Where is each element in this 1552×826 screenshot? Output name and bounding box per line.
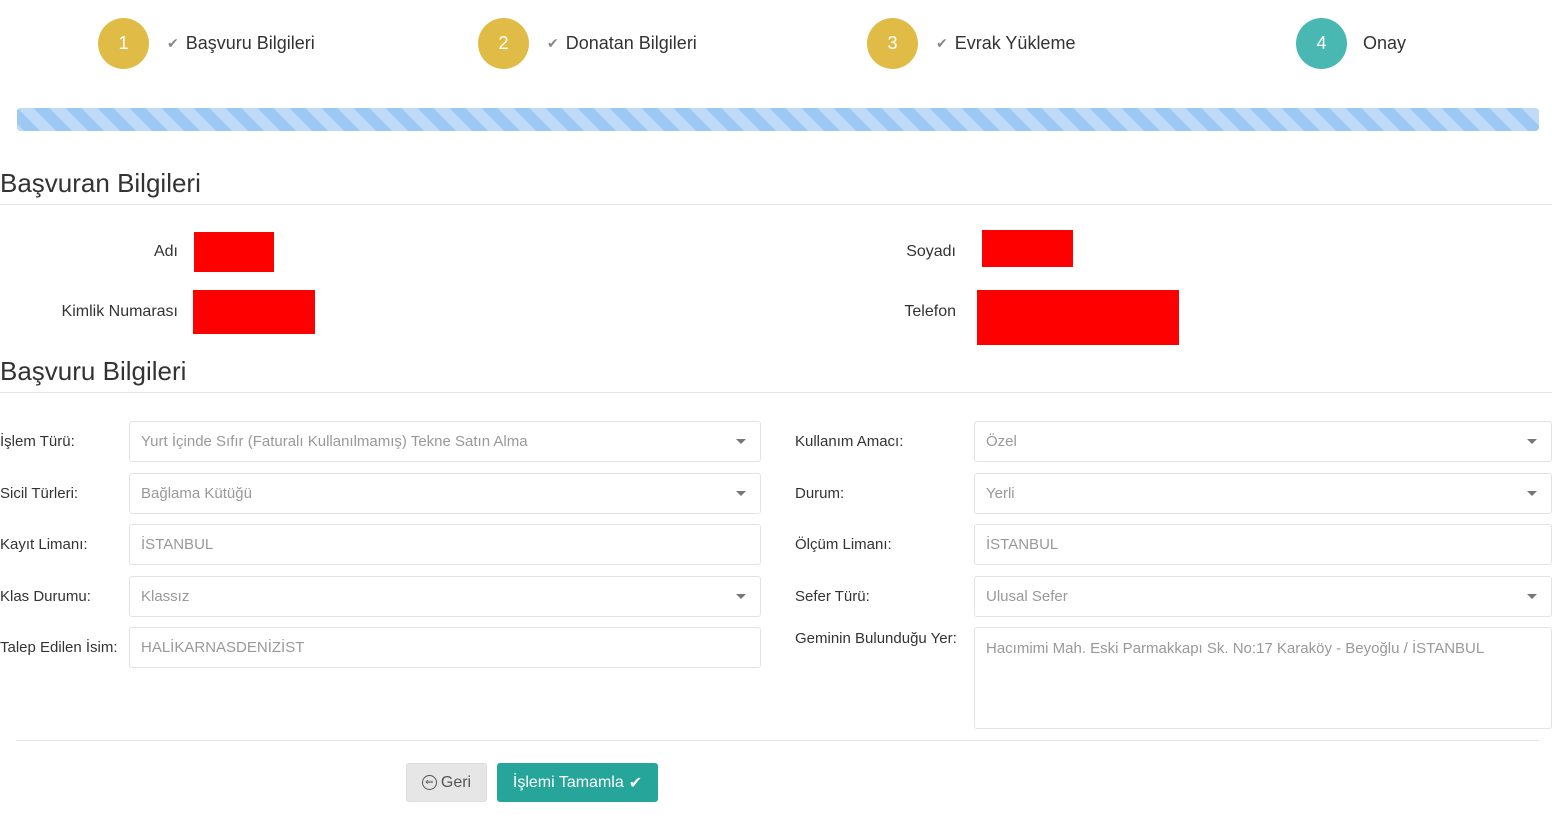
kayit-limani-input[interactable]: İSTANBUL — [129, 524, 761, 565]
wizard-step-2[interactable]: 2 ✔ Donatan Bilgileri — [478, 18, 697, 69]
geminin-bulundugu-yer-textarea[interactable]: Hacımimi Mah. Eski Parmakkapı Sk. No:17 … — [974, 627, 1552, 729]
step-number-badge: 4 — [1296, 18, 1347, 69]
caret-down-icon — [1527, 491, 1537, 496]
talep-edilen-isim-label: Talep Edilen İsim: — [0, 639, 118, 656]
sicil-turleri-label: Sicil Türleri: — [0, 485, 79, 502]
olcum-limani-input[interactable]: İSTANBUL — [974, 524, 1552, 565]
sicil-turleri-select[interactable]: Bağlama Kütüğü — [129, 473, 761, 514]
wizard-progress-bar — [17, 108, 1539, 131]
back-button-label: Geri — [440, 773, 472, 791]
phone-label: Telefon — [904, 303, 956, 320]
id-number-label: Kimlik Numarası — [61, 303, 178, 320]
geminin-bulundugu-yer-label: Geminin Bulunduğu Yer: — [795, 630, 957, 647]
check-icon: ✔ — [936, 35, 948, 51]
complete-button[interactable]: İşlemi Tamamla ✔ — [497, 763, 658, 802]
caret-down-icon — [736, 491, 746, 496]
caret-down-icon — [1527, 594, 1537, 599]
id-number-redacted — [193, 290, 315, 334]
caret-down-icon — [1527, 439, 1537, 444]
caret-down-icon — [736, 439, 746, 444]
klas-durumu-label: Klas Durumu: — [0, 588, 91, 605]
kayit-limani-label: Kayıt Limanı: — [0, 536, 88, 553]
klas-durumu-select[interactable]: Klassız — [129, 576, 761, 617]
first-name-label: Adı — [153, 243, 178, 260]
step-label: Evrak Yükleme — [954, 33, 1076, 53]
caret-down-icon — [736, 594, 746, 599]
step-label: Başvuru Bilgileri — [185, 33, 315, 53]
step-number-badge: 3 — [867, 18, 918, 69]
wizard-step-3[interactable]: 3 ✔ Evrak Yükleme — [867, 18, 1075, 69]
applicant-section-title: Başvuran Bilgileri — [0, 168, 201, 198]
islem-turu-select[interactable]: Yurt İçinde Sıfır (Faturalı Kullanılmamı… — [129, 421, 761, 462]
olcum-limani-label: Ölçüm Limanı: — [795, 536, 892, 553]
durum-label: Durum: — [795, 485, 845, 502]
step-number-badge: 2 — [478, 18, 529, 69]
islem-turu-label: İşlem Türü: — [0, 433, 75, 450]
sefer-turu-select[interactable]: Ulusal Sefer — [974, 576, 1552, 617]
last-name-redacted — [982, 230, 1073, 267]
sefer-turu-label: Sefer Türü: — [795, 588, 870, 605]
section-divider — [0, 392, 1552, 393]
wizard-step-4[interactable]: 4 Onay — [1296, 18, 1406, 69]
complete-button-label: İşlemi Tamamla — [512, 773, 624, 791]
back-arrow-icon: ⇐ — [421, 775, 437, 790]
phone-redacted — [977, 290, 1179, 345]
check-icon: ✔ — [628, 774, 643, 792]
talep-edilen-isim-input[interactable]: HALİKARNASDENİZİST — [129, 627, 761, 668]
durum-select[interactable]: Yerli — [974, 473, 1552, 514]
step-number-badge: 1 — [98, 18, 149, 69]
footer-divider — [16, 740, 1539, 741]
wizard-step-1[interactable]: 1 ✔ Başvuru Bilgileri — [98, 18, 315, 69]
kullanim-amaci-label: Kullanım Amacı: — [795, 433, 904, 450]
section-divider — [0, 204, 1552, 205]
kullanim-amaci-select[interactable]: Özel — [974, 421, 1552, 462]
progress-fill — [17, 108, 1539, 131]
last-name-label: Soyadı — [906, 243, 956, 260]
step-label: Onay — [1363, 33, 1407, 53]
check-icon: ✔ — [167, 35, 179, 51]
back-button[interactable]: ⇐ Geri — [406, 763, 487, 802]
application-section-title: Başvuru Bilgileri — [0, 356, 187, 386]
step-label: Donatan Bilgileri — [565, 33, 697, 53]
check-icon: ✔ — [547, 35, 559, 51]
first-name-redacted — [194, 232, 274, 272]
